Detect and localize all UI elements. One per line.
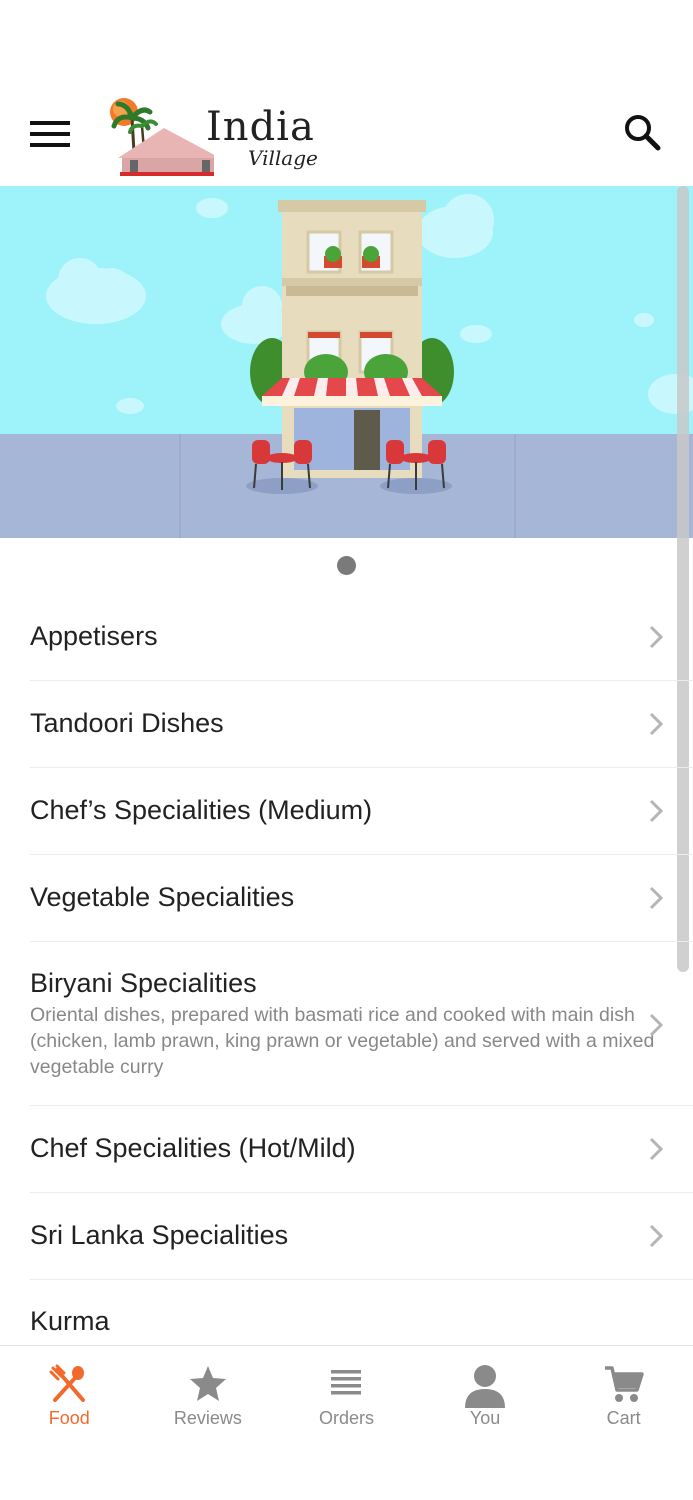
tab-label: Food (48, 1408, 90, 1428)
category-appetisers[interactable]: Appetisers (30, 594, 693, 681)
chevron-right-icon (649, 1224, 664, 1248)
category-chef-specialities-hot-mild[interactable]: Chef Specialities (Hot/Mild) (30, 1106, 693, 1193)
category-title: Sri Lanka Specialities (30, 1220, 289, 1250)
tab-cart[interactable]: Cart (554, 1346, 693, 1441)
search-button[interactable] (618, 108, 668, 158)
restaurant-illustration (0, 186, 693, 538)
category-title: Vegetable Specialities (30, 882, 295, 912)
logo-text-india: India (206, 104, 315, 150)
app-header: India Village (0, 80, 693, 186)
category-title: Chef Specialities (Hot/Mild) (30, 1133, 356, 1163)
category-tandoori-dishes[interactable]: Tandoori Dishes (30, 681, 693, 768)
category-title: Biryani Specialities (30, 968, 257, 998)
person-icon (465, 1365, 506, 1408)
category-chefs-specialities-medium[interactable]: Chef’s Specialities (Medium) (30, 768, 693, 855)
carousel-indicator[interactable] (337, 556, 356, 575)
category-title: Chef’s Specialities (Medium) (30, 795, 373, 825)
category-title: Appetisers (30, 621, 158, 651)
restaurant-banner[interactable] (0, 186, 693, 538)
tab-label: Cart (606, 1408, 641, 1428)
bottom-navigation: Food Reviews Orders You Cart (0, 1345, 693, 1500)
logo-emblem (110, 98, 220, 176)
chevron-right-icon (652, 1343, 653, 1344)
list-icon (331, 1370, 362, 1395)
chevron-right-icon (649, 712, 664, 736)
chevron-right-icon (649, 1137, 664, 1161)
menu-button[interactable] (24, 110, 76, 158)
category-vegetable-specialities[interactable]: Vegetable Specialities (30, 855, 693, 942)
category-sri-lanka-specialities[interactable]: Sri Lanka Specialities (30, 1193, 693, 1280)
tab-orders[interactable]: Orders (277, 1346, 416, 1441)
logo: India Village (104, 88, 318, 184)
chevron-right-icon (649, 799, 664, 823)
tab-label: Orders (318, 1408, 374, 1428)
category-description: Oriental dishes, prepared with basmati r… (30, 1004, 655, 1078)
cart-icon (604, 1366, 644, 1402)
tab-label: Reviews (173, 1408, 242, 1428)
search-icon (625, 115, 661, 151)
chevron-right-icon (649, 886, 664, 910)
category-kurma[interactable]: Kurma (30, 1280, 693, 1344)
fork-spoon-icon (49, 1364, 86, 1402)
hamburger-line (30, 132, 70, 136)
category-list: Appetisers Tandoori Dishes Chef’s Specia… (0, 594, 693, 1344)
category-biryani-specialities[interactable]: Biryani Specialities Oriental dishes, pr… (30, 942, 693, 1106)
chevron-right-icon (649, 1013, 664, 1037)
hamburger-icon (30, 121, 70, 125)
tab-label: You (469, 1408, 501, 1428)
tab-food[interactable]: Food (0, 1346, 139, 1441)
category-title: Kurma (30, 1306, 110, 1336)
hamburger-line (30, 143, 70, 147)
logo-text-village: Village (248, 146, 318, 170)
chevron-right-icon (649, 625, 664, 649)
star-icon (189, 1366, 226, 1401)
category-title: Tandoori Dishes (30, 708, 224, 738)
tab-reviews[interactable]: Reviews (139, 1346, 278, 1441)
tab-you[interactable]: You (416, 1346, 555, 1441)
